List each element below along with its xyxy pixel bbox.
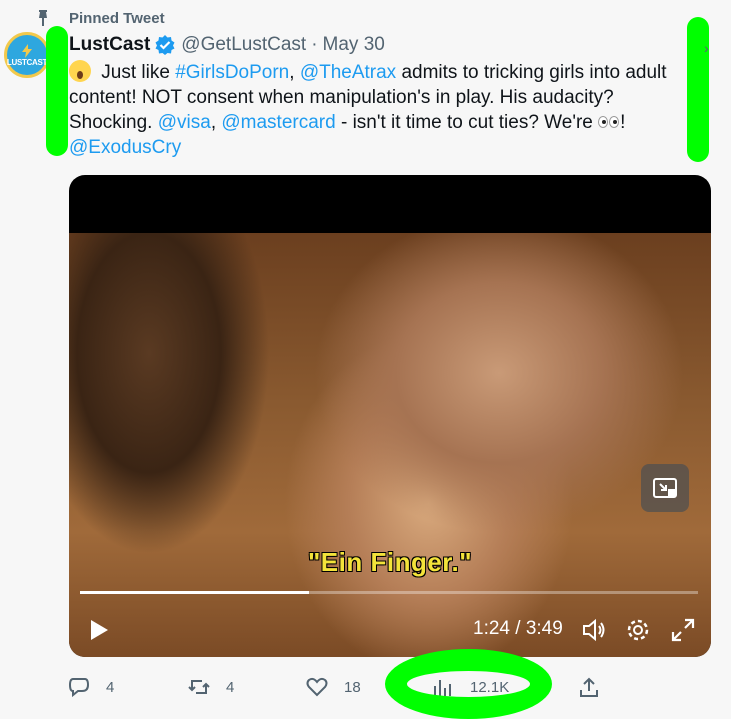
lightning-icon — [22, 43, 32, 58]
mention-link[interactable]: @mastercard — [221, 112, 335, 133]
eyes-emoji-icon — [598, 110, 620, 135]
video-time: 1:24 / 3:49 — [473, 618, 563, 639]
retweet-button[interactable]: 4 — [188, 672, 234, 702]
annotation-highlight-views — [385, 649, 552, 719]
reply-button[interactable]: 4 — [68, 672, 114, 702]
settings-gear-icon[interactable] — [625, 617, 651, 643]
annotation-highlight-right — [687, 17, 709, 162]
video-progress-fill — [80, 591, 309, 594]
author-handle[interactable]: @GetLustCast — [181, 34, 306, 56]
tweet-text-segment: ! — [620, 112, 626, 133]
screaming-face-emoji-icon — [69, 60, 91, 82]
share-button[interactable] — [578, 672, 616, 702]
header-separator: · — [311, 34, 318, 55]
share-icon — [580, 677, 598, 697]
avatar[interactable]: LUSTCAST — [4, 32, 50, 78]
mention-link[interactable]: @TheAtrax — [300, 62, 396, 83]
play-icon[interactable] — [89, 619, 109, 641]
avatar-logo-text: LUSTCAST — [6, 57, 48, 67]
reply-count: 4 — [106, 678, 115, 696]
tweet-header: LustCast @GetLustCast · May 30 — [69, 33, 385, 57]
tweet-text-segment: , — [289, 62, 300, 83]
tweet-text: Just like #GirlsDoPorn, @TheAtrax admits… — [69, 60, 689, 160]
mention-link[interactable]: @ExodusCry — [69, 137, 181, 158]
video-player[interactable]: "Ein Finger." 1:24 / 3:49 — [69, 175, 711, 657]
retweet-icon — [188, 680, 210, 694]
tweet-text-segment: - isn't it time to cut ties? We're — [335, 112, 599, 133]
hashtag-link[interactable]: #GirlsDoPorn — [175, 62, 289, 83]
pin-icon — [39, 10, 47, 26]
video-progress-bar[interactable] — [80, 591, 698, 594]
verified-badge-icon[interactable] — [155, 35, 175, 55]
fullscreen-icon[interactable] — [670, 617, 696, 643]
more-options-icon[interactable]: › — [704, 40, 709, 56]
heart-icon — [306, 677, 328, 697]
retweet-count: 4 — [226, 678, 235, 696]
video-subtitle: "Ein Finger." — [307, 547, 473, 577]
author-name[interactable]: LustCast — [69, 34, 150, 56]
picture-in-picture-button[interactable] — [641, 464, 689, 512]
pinned-label: Pinned Tweet — [69, 9, 165, 27]
tweet-text-segment: , — [210, 112, 222, 133]
like-count: 18 — [344, 678, 361, 696]
mention-link[interactable]: @visa — [158, 112, 211, 133]
reply-icon — [68, 678, 90, 698]
tweet-text-segment: Just like — [96, 62, 176, 83]
pip-icon — [653, 478, 677, 498]
video-controls: 1:24 / 3:49 — [69, 605, 711, 655]
annotation-highlight-left — [46, 26, 68, 156]
tweet-date[interactable]: May 30 — [323, 34, 385, 56]
pinned-indicator: Pinned Tweet — [36, 8, 165, 28]
like-button[interactable]: 18 — [306, 672, 361, 702]
volume-icon[interactable] — [581, 617, 607, 643]
